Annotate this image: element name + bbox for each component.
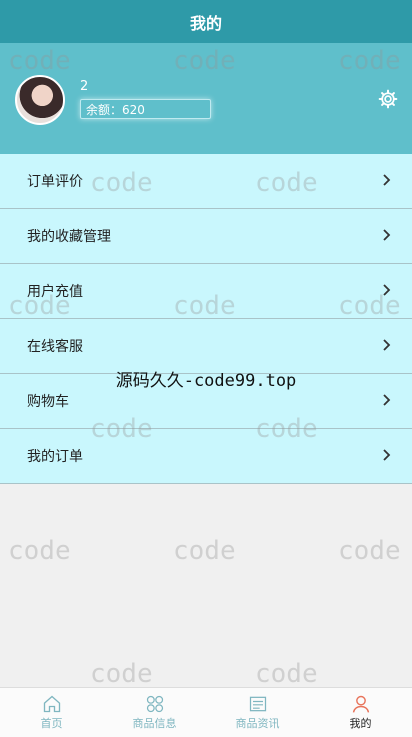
tab-news[interactable]: 商品资讯 — [206, 688, 309, 737]
menu-item-label: 购物车 — [27, 394, 69, 410]
menu-item-order-review[interactable]: 订单评价 — [0, 154, 412, 209]
menu-item-label: 订单评价 — [27, 174, 83, 190]
user-icon — [352, 695, 369, 713]
tab-label: 商品信息 — [132, 717, 177, 730]
watermark-text: code — [8, 536, 71, 566]
tab-products[interactable]: 商品信息 — [103, 688, 206, 737]
chevron-right-icon — [383, 284, 391, 296]
home-icon — [43, 695, 60, 713]
menu-list: 订单评价 我的收藏管理 用户充值 在线客服 购物车 我的订单 — [0, 154, 412, 484]
profile-card: 2 余额：620 — [0, 43, 412, 154]
page-title: 我的 — [189, 13, 222, 33]
tab-label: 商品资讯 — [235, 717, 280, 730]
menu-item-label: 用户充值 — [27, 284, 83, 300]
chevron-right-icon — [383, 394, 391, 406]
menu-item-label: 我的收藏管理 — [27, 229, 111, 245]
menu-item-recharge[interactable]: 用户充值 — [0, 264, 412, 319]
avatar[interactable] — [15, 75, 65, 125]
tab-label: 首页 — [40, 717, 63, 730]
grid-icon — [146, 695, 163, 713]
chevron-right-icon — [383, 229, 391, 241]
chevron-right-icon — [383, 339, 391, 351]
page-title-bar: 我的 — [0, 0, 412, 43]
watermark-text: code — [90, 659, 153, 689]
chevron-right-icon — [383, 449, 391, 461]
menu-item-my-orders[interactable]: 我的订单 — [0, 429, 412, 484]
tab-label: 我的 — [349, 717, 372, 730]
menu-item-label: 在线客服 — [27, 339, 83, 355]
balance-badge: 余额：620 — [80, 99, 211, 119]
tab-profile[interactable]: 我的 — [309, 688, 412, 737]
menu-item-customer-service[interactable]: 在线客服 — [0, 319, 412, 374]
watermark-text: code — [338, 536, 401, 566]
bottom-tab-bar: 首页 商品信息 商品资讯 我的 — [0, 687, 412, 737]
news-icon — [249, 696, 266, 712]
gear-icon[interactable] — [378, 89, 398, 109]
watermark-text: code — [255, 659, 318, 689]
menu-item-favorites[interactable]: 我的收藏管理 — [0, 209, 412, 264]
tab-home[interactable]: 首页 — [0, 688, 103, 737]
chevron-right-icon — [383, 174, 391, 186]
watermark-text: code — [173, 536, 236, 566]
menu-item-label: 我的订单 — [27, 449, 83, 465]
menu-item-cart[interactable]: 购物车 — [0, 374, 412, 429]
username: 2 — [80, 79, 89, 94]
